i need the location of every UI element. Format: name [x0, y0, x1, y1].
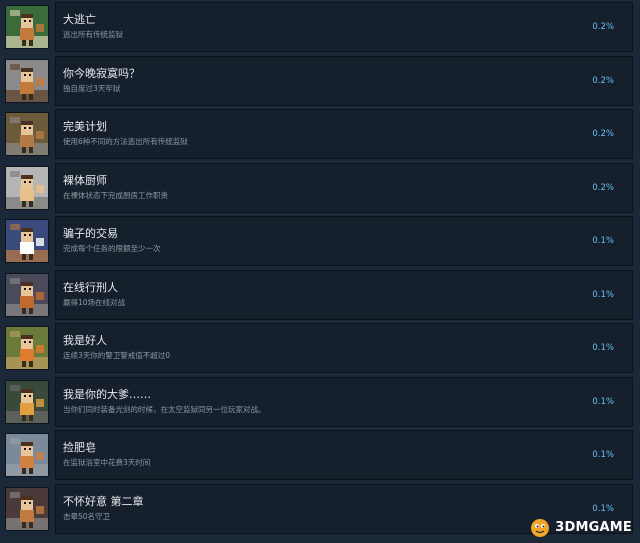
achievement-row[interactable]: 我是你的大爹…… 当你们同时装备光剑的时候，在太空监狱同另一位玩家对战。 0.1%: [0, 376, 640, 427]
unlock-percentage: 0.2%: [592, 129, 614, 139]
achievement-description: 使用6种不同的方法逃出所有传统监狱: [63, 137, 188, 146]
soap-icon: [5, 433, 49, 477]
watermark: 3DMGAME: [529, 516, 632, 538]
achievement-title: 骗子的交易: [63, 227, 118, 240]
unlock-percentage: 0.2%: [592, 22, 614, 32]
unlock-percentage: 0.1%: [592, 503, 614, 514]
achievement-row[interactable]: 捡肥皂在监狱浴室中花费3天时间 0.1%: [0, 430, 640, 480]
achievement-row[interactable]: 大逃亡逃出所有传统监狱 0.2%: [0, 2, 640, 52]
unlock-percentage: 0.1%: [592, 289, 614, 300]
achievement-description: 在监狱浴室中花费3天时间: [63, 458, 151, 467]
achievement-row[interactable]: 我是好人连续3天你的警卫警戒值不超过0 0.1%: [0, 323, 640, 373]
achievement-title: 我是你的大爹……: [63, 387, 151, 401]
achievement-panel: 我是你的大爹…… 当你们同时装备光剑的时候，在太空监狱同另一位玩家对战。 0.1%: [55, 376, 633, 427]
unlock-percentage: 0.1%: [592, 450, 614, 460]
achievement-panel: 大逃亡逃出所有传统监狱 0.2%: [55, 2, 633, 52]
online-executioner-icon: [5, 272, 49, 317]
achievement-description: 连续3天你的警卫警戒值不超过0: [63, 351, 171, 360]
unlock-percentage: 0.1%: [592, 343, 614, 353]
achievement-title: 你今晚寂寞吗？: [63, 66, 140, 80]
achievement-panel: 裸体厨师在裸体状态下完成厨房工作职责 0.2%: [55, 162, 633, 213]
achievement-description: 赢得10场在线对战: [63, 297, 126, 307]
achievement-description: 独自度过3天牢狱: [63, 83, 121, 93]
bicycle-icon: [5, 112, 49, 156]
space-duel-icon: [5, 379, 49, 424]
achievement-title: 我是好人: [63, 334, 107, 347]
achievement-panel: 我是好人连续3天你的警卫警戒值不超过0 0.1%: [55, 323, 633, 373]
achievement-row[interactable]: 在线行刑人赢得10场在线对战 0.1%: [0, 269, 640, 320]
achievement-row[interactable]: 你今晚寂寞吗？ 独自度过3天牢狱 0.2%: [0, 55, 640, 106]
achievement-description: 完成每个任务的限额至少一次: [63, 244, 161, 253]
good-guy-icon: [5, 326, 49, 370]
achievement-title: 裸体厨师: [63, 173, 107, 187]
achievement-title: 在线行刑人: [63, 280, 118, 294]
achievement-panel: 骗子的交易完成每个任务的限额至少一次 0.1%: [55, 216, 633, 266]
unlock-percentage: 0.2%: [592, 75, 614, 86]
achievement-description: 逃出所有传统监狱: [63, 30, 123, 39]
achievement-row[interactable]: 骗子的交易完成每个任务的限额至少一次 0.1%: [0, 216, 640, 266]
achievement-title: 大逃亡: [63, 13, 96, 26]
achievement-panel: 捡肥皂在监狱浴室中花费3天时间 0.1%: [55, 430, 633, 480]
achievement-description: 当你们同时装备光剑的时候，在太空监狱同另一位玩家对战。: [63, 404, 266, 414]
naked-chef-icon: [5, 165, 49, 210]
achievement-panel: 在线行刑人赢得10场在线对战 0.1%: [55, 269, 633, 320]
unlock-percentage: 0.2%: [592, 182, 614, 193]
escape-group-icon: [5, 5, 49, 49]
achievement-panel: 你今晚寂寞吗？ 独自度过3天牢狱 0.2%: [55, 55, 633, 106]
achievement-title: 捡肥皂: [63, 441, 96, 454]
unlock-percentage: 0.1%: [592, 396, 614, 407]
watermark-text: 3DMGAME: [555, 519, 632, 535]
achievement-title: 完美计划: [63, 120, 107, 133]
achievement-row[interactable]: 裸体厨师在裸体状态下完成厨房工作职责 0.2%: [0, 162, 640, 213]
3dm-logo-icon: [531, 519, 550, 537]
achievement-panel: 完美计划使用6种不同的方法逃出所有传统监狱 0.2%: [55, 109, 633, 159]
achievement-description: 击晕50名守卫: [63, 511, 111, 521]
achievement-description: 在裸体状态下完成厨房工作职责: [63, 190, 168, 200]
unlock-percentage: 0.1%: [592, 236, 614, 246]
achievement-row[interactable]: 完美计划使用6种不同的方法逃出所有传统监狱 0.2%: [0, 109, 640, 159]
achievement-title: 不怀好意 第二章: [63, 494, 144, 508]
lonely-prisoner-icon: [5, 58, 49, 103]
knockout-guard-icon: [5, 486, 49, 531]
con-man-icon: [5, 219, 49, 263]
